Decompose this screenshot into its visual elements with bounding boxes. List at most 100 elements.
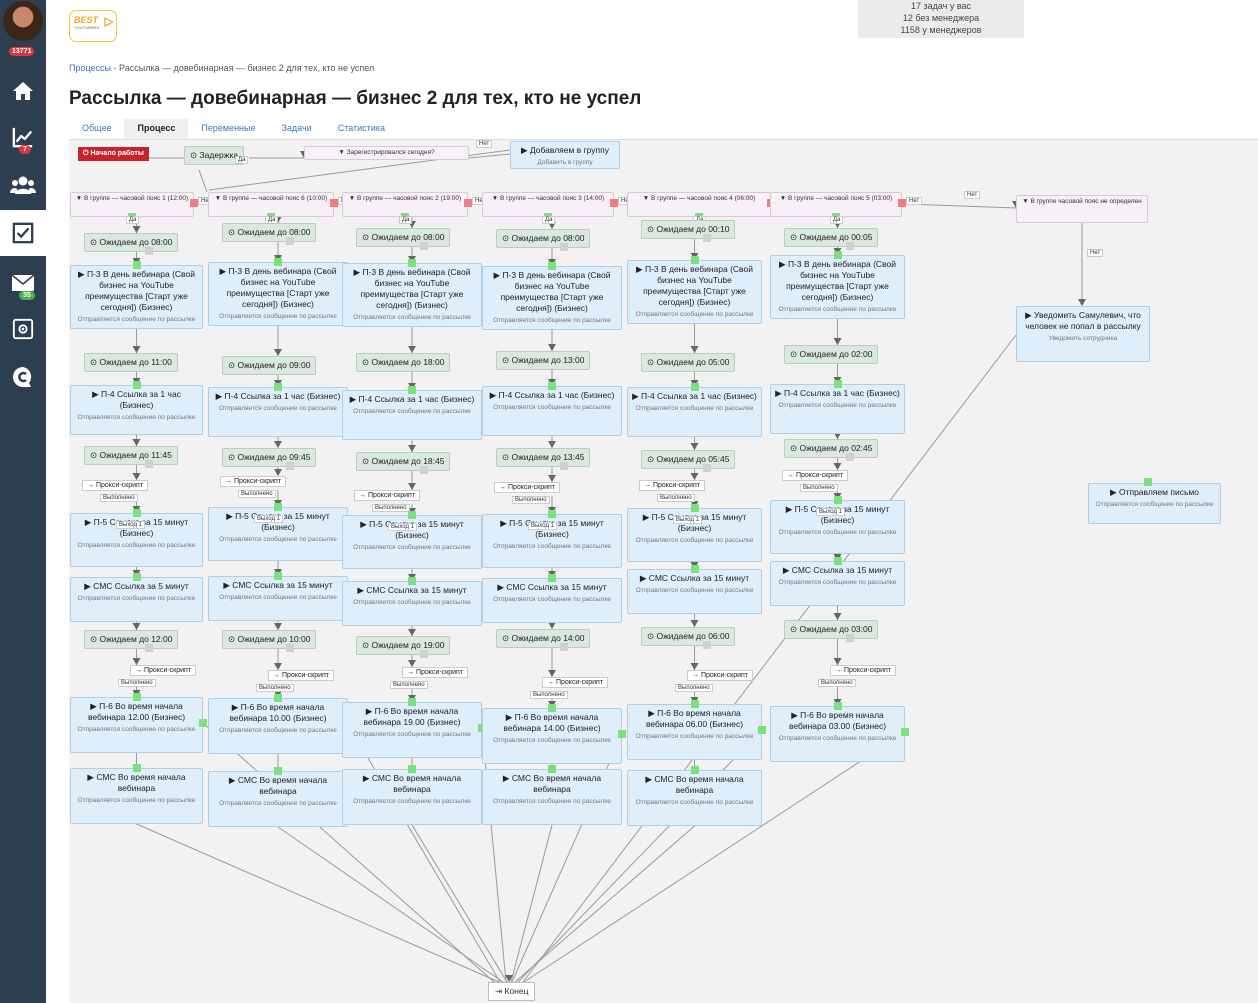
email-step-node[interactable]: ▶ П-4 Ссылка за 1 час (Бизнес) Отправляет… <box>482 386 622 436</box>
connector-port[interactable] <box>1144 478 1152 486</box>
connector-port[interactable] <box>286 644 294 652</box>
sms-step-node[interactable]: ▶ СМС Ссылка за 15 минут Отправляется соо… <box>627 569 762 614</box>
proxy-script-node[interactable]: → Прокси-скрипт <box>782 470 849 481</box>
email-step-node[interactable]: ▶ П-4 Ссылка за 1 час (Бизнес) Отправляет… <box>342 390 482 440</box>
sms-step-node[interactable]: ▶ СМС Ссылка за 15 минут Отправляется соо… <box>208 576 348 621</box>
email-step-node[interactable]: ▶ П-4 Ссылка за 1 час (Бизнес) Отправляет… <box>70 385 203 435</box>
email-step-node[interactable]: ▶ П-6 Во время начала вебинара 10.00 (Би… <box>208 698 348 754</box>
tz-undefined-condition-node[interactable]: ▼ В группе часовой пояс не определен <box>1016 195 1148 223</box>
wait-node[interactable]: ⊙ Ожидаем до 08:00 <box>356 228 451 247</box>
email-step-node[interactable]: ▶ П-3 В день вебинара (Свой бизнес на Yo… <box>208 262 348 326</box>
wait-node[interactable]: ⊙ Ожидаем до 06:00 <box>641 627 736 646</box>
connector-port[interactable] <box>845 453 854 461</box>
wait-node[interactable]: ⊙ Ожидаем до 19:00 <box>356 636 451 655</box>
connector-port[interactable] <box>702 234 711 242</box>
connector-port[interactable] <box>690 504 699 512</box>
wait-node[interactable]: ⊙ Ожидаем до 02:00 <box>784 345 879 364</box>
email-step-node[interactable]: ▶ П-6 Во время начала вебинара 14.00 (Би… <box>482 708 622 764</box>
sms-step-node[interactable]: ▶ СМС Ссылка за 15 минут Отправляется соо… <box>342 581 482 626</box>
connector-port[interactable] <box>420 242 428 250</box>
wait-node[interactable]: ⊙ Ожидаем до 14:00 <box>496 629 591 648</box>
connector-port[interactable] <box>144 247 153 255</box>
connector-port[interactable] <box>548 262 556 270</box>
wait-node[interactable]: ⊙ Ожидаем до 03:00 <box>784 620 879 639</box>
connector-port[interactable] <box>199 719 207 727</box>
connector-port[interactable] <box>560 462 568 470</box>
connector-port[interactable] <box>618 730 626 738</box>
wait-node[interactable]: ⊙ Ожидаем до 09:00 <box>222 356 317 375</box>
email-step-node[interactable]: ▶ П-3 В день вебинара (Свой бизнес на Yo… <box>342 263 482 327</box>
start-node[interactable]: ⏻ Начало работы <box>78 147 149 161</box>
mail-nav[interactable]: 35 <box>0 260 46 306</box>
proxy-script-node[interactable]: → Прокси-скрипт <box>494 482 561 493</box>
tab-process[interactable]: Процесс <box>124 119 189 139</box>
send-letter-node[interactable]: ▶ Отправляем письмо Отправляется сообщен… <box>1088 483 1221 524</box>
connector-port[interactable] <box>560 243 568 251</box>
connector-port[interactable] <box>132 381 141 389</box>
connector-port[interactable] <box>190 199 198 207</box>
connector-port[interactable] <box>833 702 842 710</box>
connector-port[interactable] <box>274 767 282 775</box>
tab-tasks[interactable]: Задачи <box>268 119 324 139</box>
connector-port[interactable] <box>408 577 416 585</box>
wait-node[interactable]: ⊙ Ожидаем до 02:45 <box>784 439 879 458</box>
connector-port[interactable] <box>833 496 842 504</box>
email-step-node[interactable]: ▶ П-3 В день вебинара (Свой бизнес на Yo… <box>770 255 905 319</box>
wait-node[interactable]: ⊙ Ожидаем до 08:00 <box>84 233 179 252</box>
proxy-script-node[interactable]: → Прокси-скрипт <box>354 490 421 501</box>
connector-port[interactable] <box>408 386 416 394</box>
connector-port[interactable] <box>690 383 699 391</box>
tab-variables[interactable]: Переменные <box>188 119 268 139</box>
connector-port[interactable] <box>548 704 556 712</box>
email-step-node[interactable]: ▶ П-6 Во время начала вебинара 06.00 (Би… <box>627 704 762 760</box>
connector-port[interactable] <box>833 557 842 565</box>
proxy-script-node[interactable]: → Прокси-скрипт <box>268 670 335 681</box>
connector-port[interactable] <box>330 199 338 207</box>
connector-port[interactable] <box>758 726 766 734</box>
proxy-script-node[interactable]: → Прокси-скрипт <box>542 677 609 688</box>
email-step-node[interactable]: ▶ П-3 В день вебинара (Свой бизнес на Yo… <box>70 265 203 329</box>
wait-node[interactable]: ⊙ Ожидаем до 12:00 <box>84 630 179 649</box>
sms-step-node[interactable]: ▶ СМС Во время начала вебинара Отправляет… <box>627 770 762 826</box>
connector-port[interactable] <box>548 510 556 518</box>
connector-port[interactable] <box>408 259 416 267</box>
connector-port[interactable] <box>690 700 699 708</box>
connector-port[interactable] <box>144 644 153 652</box>
connector-port[interactable] <box>274 572 282 580</box>
connector-port[interactable] <box>132 764 141 772</box>
wait-node[interactable]: ⊙ Ожидаем до 05:45 <box>641 450 736 469</box>
registered-condition-node[interactable]: ▼ Зарегистрировался сегодня? <box>304 146 469 160</box>
connector-port[interactable] <box>144 460 153 468</box>
sms-step-node[interactable]: ▶ СМС Ссылка за 15 минут Отправляется соо… <box>482 578 622 623</box>
wait-node[interactable]: ⊙ Ожидаем до 11:00 <box>84 353 178 372</box>
home-nav[interactable] <box>0 68 46 114</box>
wait-node[interactable]: ⊙ Ожидаем до 00:05 <box>784 228 879 247</box>
connector-port[interactable] <box>833 251 842 259</box>
email-step-node[interactable]: ▶ П-4 Ссылка за 1 час (Бизнес) Отправляет… <box>770 384 905 434</box>
wait-node[interactable]: ⊙ Ожидаем до 11:45 <box>84 446 178 465</box>
avatar[interactable] <box>3 1 43 41</box>
connector-port[interactable] <box>898 199 906 207</box>
tab-general[interactable]: Общее <box>69 119 124 139</box>
connector-port[interactable] <box>132 509 141 517</box>
notify-employee-node[interactable]: ▶ Уведомить Самулевич, что человек не по… <box>1016 306 1150 362</box>
tab-statistics[interactable]: Статистика <box>325 119 398 139</box>
connector-port[interactable] <box>286 237 294 245</box>
connector-port[interactable] <box>690 565 699 573</box>
wait-node[interactable]: ⊙ Ожидаем до 05:00 <box>641 353 736 372</box>
users-nav[interactable] <box>0 162 46 208</box>
wait-node[interactable]: ⊙ Ожидаем до 08:00 <box>222 223 317 242</box>
sms-step-node[interactable]: ▶ СМС Во время начала вебинара Отправляет… <box>342 769 482 825</box>
chat-nav[interactable] <box>0 354 46 400</box>
proxy-script-node[interactable]: → Прокси-скрипт <box>82 480 149 491</box>
email-step-node[interactable]: ▶ П-3 В день вебинара (Свой бизнес на Yo… <box>627 260 762 324</box>
wait-node[interactable]: ⊙ Ожидаем до 13:45 <box>496 448 591 467</box>
process-canvas[interactable]: ⏻ Начало работы ⊙ Задержка ▼ Зарегистрир… <box>69 139 1258 1003</box>
connector-port[interactable] <box>548 574 556 582</box>
proxy-script-node[interactable]: → Прокси-скрипт <box>402 667 469 678</box>
connector-port[interactable] <box>702 464 711 472</box>
proxy-script-node[interactable]: → Прокси-скрипт <box>639 480 706 491</box>
wait-node[interactable]: ⊙ Ожидаем до 10:00 <box>222 630 317 649</box>
connector-port[interactable] <box>274 503 282 511</box>
connector-port[interactable] <box>408 765 416 773</box>
